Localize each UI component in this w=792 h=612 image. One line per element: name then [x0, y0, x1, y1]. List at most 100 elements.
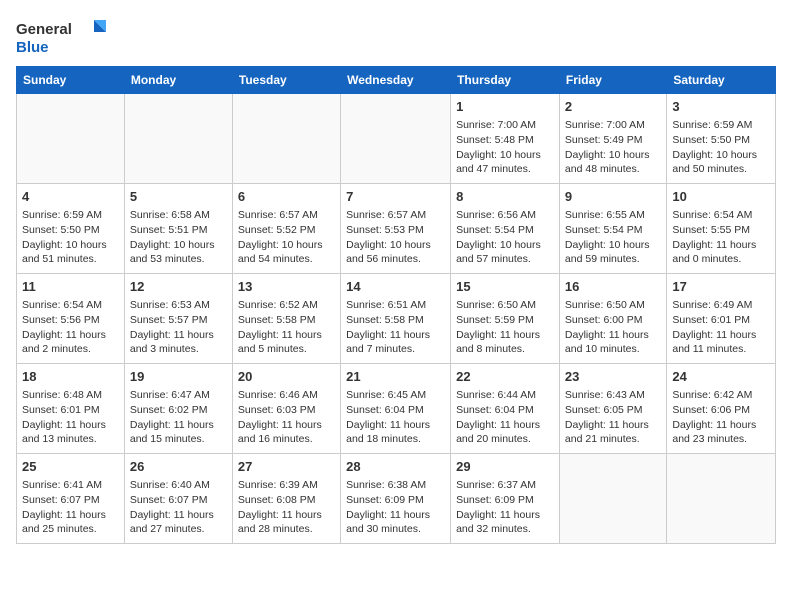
day-number: 7	[346, 188, 445, 206]
day-header-tuesday: Tuesday	[232, 67, 340, 94]
day-info: Sunrise: 6:53 AM Sunset: 5:57 PM Dayligh…	[130, 298, 227, 357]
day-number: 11	[22, 278, 119, 296]
calendar-cell	[559, 454, 666, 544]
calendar-cell: 29Sunrise: 6:37 AM Sunset: 6:09 PM Dayli…	[451, 454, 560, 544]
day-number: 25	[22, 458, 119, 476]
day-info: Sunrise: 6:40 AM Sunset: 6:07 PM Dayligh…	[130, 478, 227, 537]
day-number: 12	[130, 278, 227, 296]
calendar-cell: 2 Sunrise: 7:00 AM Sunset: 5:49 PM Daylig…	[559, 94, 666, 184]
calendar-cell: 28 Sunrise: 6:38 AM Sunset: 6:09 PM Dayli…	[341, 454, 451, 544]
day-number: 6	[238, 188, 335, 206]
day-number: 9	[565, 188, 661, 206]
day-number: 5	[130, 188, 227, 206]
calendar-cell: 1 Sunrise: 7:00 AM Sunset: 5:48 PM Daylig…	[451, 94, 560, 184]
day-info: Sunrise: 6:51 AM Sunset: 5:58 PM Dayligh…	[346, 298, 445, 357]
day-info: Sunrise: 7:00 AM Sunset: 5:49 PM Dayligh…	[565, 118, 661, 177]
calendar-cell: 25 Sunrise: 6:41 AM Sunset: 6:07 PM Dayli…	[17, 454, 125, 544]
calendar-cell: 18 Sunrise: 6:48 AM Sunset: 6:01 PM Dayli…	[17, 364, 125, 454]
day-number: 16	[565, 278, 661, 296]
calendar-week-row: 4 Sunrise: 6:59 AM Sunset: 5:50 PM Daylig…	[17, 184, 776, 274]
day-info: Sunrise: 6:50 AM Sunset: 6:00 PM Dayligh…	[565, 298, 661, 357]
day-info: Sunrise: 6:48 AM Sunset: 6:01 PM Dayligh…	[22, 388, 119, 447]
calendar-cell: 3 Sunrise: 6:59 AM Sunset: 5:50 PM Daylig…	[667, 94, 776, 184]
calendar-week-row: 18 Sunrise: 6:48 AM Sunset: 6:01 PM Dayli…	[17, 364, 776, 454]
day-number: 8	[456, 188, 554, 206]
calendar-cell: 11 Sunrise: 6:54 AM Sunset: 5:56 PM Dayli…	[17, 274, 125, 364]
calendar-cell: 24 Sunrise: 6:42 AM Sunset: 6:06 PM Dayli…	[667, 364, 776, 454]
day-number: 22	[456, 368, 554, 386]
day-info: Sunrise: 6:52 AM Sunset: 5:58 PM Dayligh…	[238, 298, 335, 357]
day-header-sunday: Sunday	[17, 67, 125, 94]
day-info: Sunrise: 6:49 AM Sunset: 6:01 PM Dayligh…	[672, 298, 770, 357]
day-header-wednesday: Wednesday	[341, 67, 451, 94]
logo-svg: General Blue	[16, 16, 106, 58]
calendar-cell	[124, 94, 232, 184]
calendar-cell	[341, 94, 451, 184]
day-header-friday: Friday	[559, 67, 666, 94]
day-number: 26	[130, 458, 227, 476]
day-number: 1	[456, 98, 554, 116]
day-info: Sunrise: 6:39 AM Sunset: 6:08 PM Dayligh…	[238, 478, 335, 537]
calendar-cell: 14 Sunrise: 6:51 AM Sunset: 5:58 PM Dayli…	[341, 274, 451, 364]
day-number: 3	[672, 98, 770, 116]
day-number: 24	[672, 368, 770, 386]
day-number: 14	[346, 278, 445, 296]
calendar-cell: 5 Sunrise: 6:58 AM Sunset: 5:51 PM Daylig…	[124, 184, 232, 274]
calendar-week-row: 11 Sunrise: 6:54 AM Sunset: 5:56 PM Dayli…	[17, 274, 776, 364]
calendar-cell: 26 Sunrise: 6:40 AM Sunset: 6:07 PM Dayli…	[124, 454, 232, 544]
day-header-thursday: Thursday	[451, 67, 560, 94]
day-number: 19	[130, 368, 227, 386]
calendar-week-row: 25 Sunrise: 6:41 AM Sunset: 6:07 PM Dayli…	[17, 454, 776, 544]
calendar-cell: 19Sunrise: 6:47 AM Sunset: 6:02 PM Dayli…	[124, 364, 232, 454]
day-number: 20	[238, 368, 335, 386]
calendar-cell: 7 Sunrise: 6:57 AM Sunset: 5:53 PM Daylig…	[341, 184, 451, 274]
calendar-cell: 15Sunrise: 6:50 AM Sunset: 5:59 PM Dayli…	[451, 274, 560, 364]
day-info: Sunrise: 6:42 AM Sunset: 6:06 PM Dayligh…	[672, 388, 770, 447]
calendar-table: SundayMondayTuesdayWednesdayThursdayFrid…	[16, 66, 776, 544]
day-number: 17	[672, 278, 770, 296]
day-number: 13	[238, 278, 335, 296]
page-header: General Blue	[16, 16, 776, 58]
calendar-header-row: SundayMondayTuesdayWednesdayThursdayFrid…	[17, 67, 776, 94]
day-info: Sunrise: 6:54 AM Sunset: 5:55 PM Dayligh…	[672, 208, 770, 267]
calendar-cell: 8Sunrise: 6:56 AM Sunset: 5:54 PM Daylig…	[451, 184, 560, 274]
day-info: Sunrise: 6:38 AM Sunset: 6:09 PM Dayligh…	[346, 478, 445, 537]
day-info: Sunrise: 6:59 AM Sunset: 5:50 PM Dayligh…	[22, 208, 119, 267]
svg-text:Blue: Blue	[16, 39, 49, 56]
calendar-cell	[17, 94, 125, 184]
day-number: 2	[565, 98, 661, 116]
day-header-monday: Monday	[124, 67, 232, 94]
day-info: Sunrise: 6:58 AM Sunset: 5:51 PM Dayligh…	[130, 208, 227, 267]
day-info: Sunrise: 6:57 AM Sunset: 5:53 PM Dayligh…	[346, 208, 445, 267]
calendar-cell: 17 Sunrise: 6:49 AM Sunset: 6:01 PM Dayli…	[667, 274, 776, 364]
day-info: Sunrise: 7:00 AM Sunset: 5:48 PM Dayligh…	[456, 118, 554, 177]
day-number: 28	[346, 458, 445, 476]
day-number: 10	[672, 188, 770, 206]
day-info: Sunrise: 6:57 AM Sunset: 5:52 PM Dayligh…	[238, 208, 335, 267]
day-info: Sunrise: 6:41 AM Sunset: 6:07 PM Dayligh…	[22, 478, 119, 537]
day-info: Sunrise: 6:45 AM Sunset: 6:04 PM Dayligh…	[346, 388, 445, 447]
day-info: Sunrise: 6:37 AM Sunset: 6:09 PM Dayligh…	[456, 478, 554, 537]
calendar-cell: 21 Sunrise: 6:45 AM Sunset: 6:04 PM Dayli…	[341, 364, 451, 454]
day-number: 18	[22, 368, 119, 386]
calendar-cell: 12 Sunrise: 6:53 AM Sunset: 5:57 PM Dayli…	[124, 274, 232, 364]
day-info: Sunrise: 6:44 AM Sunset: 6:04 PM Dayligh…	[456, 388, 554, 447]
calendar-cell: 23 Sunrise: 6:43 AM Sunset: 6:05 PM Dayli…	[559, 364, 666, 454]
day-number: 23	[565, 368, 661, 386]
day-number: 21	[346, 368, 445, 386]
calendar-cell: 4 Sunrise: 6:59 AM Sunset: 5:50 PM Daylig…	[17, 184, 125, 274]
calendar-cell: 6 Sunrise: 6:57 AM Sunset: 5:52 PM Daylig…	[232, 184, 340, 274]
day-header-saturday: Saturday	[667, 67, 776, 94]
day-number: 4	[22, 188, 119, 206]
day-info: Sunrise: 6:59 AM Sunset: 5:50 PM Dayligh…	[672, 118, 770, 177]
calendar-cell	[232, 94, 340, 184]
day-info: Sunrise: 6:43 AM Sunset: 6:05 PM Dayligh…	[565, 388, 661, 447]
calendar-cell: 20 Sunrise: 6:46 AM Sunset: 6:03 PM Dayli…	[232, 364, 340, 454]
day-info: Sunrise: 6:50 AM Sunset: 5:59 PM Dayligh…	[456, 298, 554, 357]
day-info: Sunrise: 6:46 AM Sunset: 6:03 PM Dayligh…	[238, 388, 335, 447]
day-info: Sunrise: 6:54 AM Sunset: 5:56 PM Dayligh…	[22, 298, 119, 357]
calendar-cell	[667, 454, 776, 544]
calendar-cell: 10 Sunrise: 6:54 AM Sunset: 5:55 PM Dayli…	[667, 184, 776, 274]
logo: General Blue	[16, 16, 106, 58]
svg-text:General: General	[16, 21, 72, 38]
